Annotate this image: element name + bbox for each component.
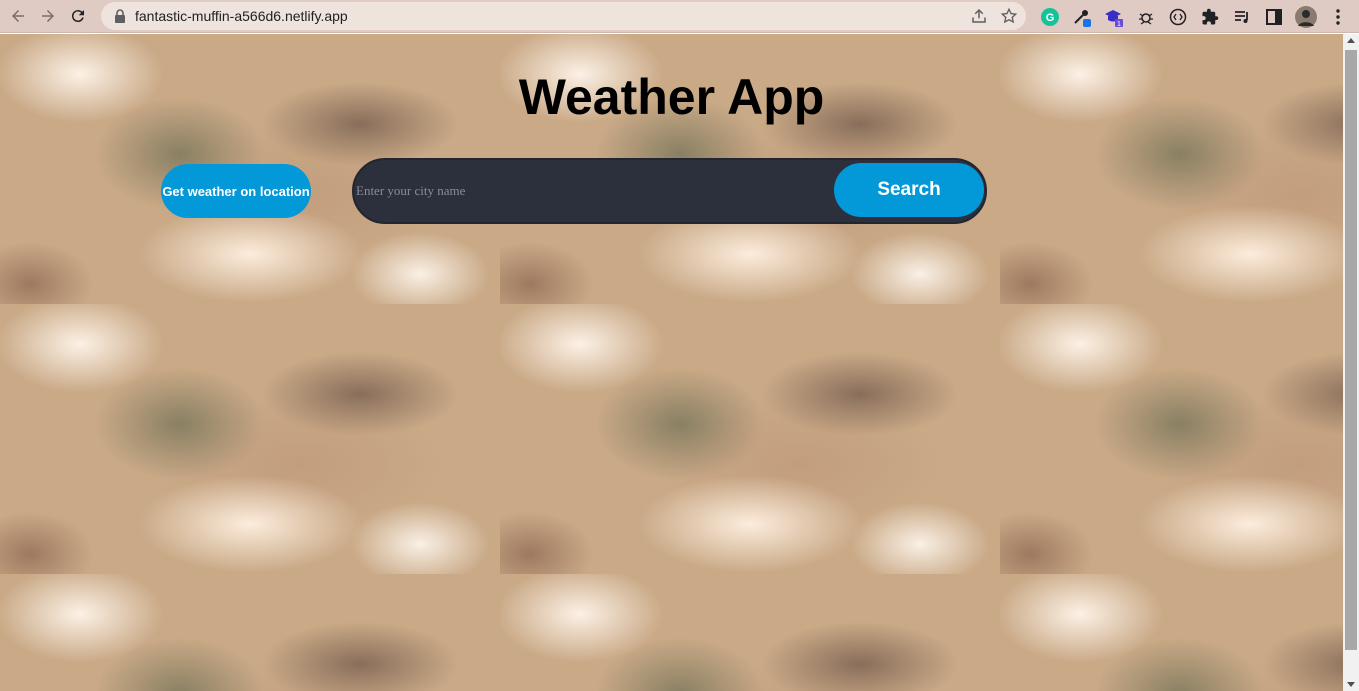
page-title: Weather App xyxy=(518,69,825,125)
search-bar: Search xyxy=(352,158,987,224)
grammarly-icon[interactable]: G xyxy=(1034,0,1066,33)
scroll-down-arrow-icon[interactable] xyxy=(1347,682,1355,687)
get-weather-location-button[interactable]: Get weather on location xyxy=(161,164,311,218)
share-icon[interactable] xyxy=(970,7,988,25)
avatar[interactable] xyxy=(1290,0,1322,33)
lock-icon xyxy=(113,9,127,23)
back-button[interactable] xyxy=(4,2,32,30)
arrow-right-icon xyxy=(42,10,54,22)
reload-button[interactable] xyxy=(64,2,92,30)
extension-badge: 1 xyxy=(1117,21,1121,28)
url-text: fantastic-muffin-a566d6.netlify.app xyxy=(135,8,348,24)
puzzle-icon[interactable] xyxy=(1194,0,1226,33)
forward-button[interactable] xyxy=(34,2,62,30)
eyedropper-extension-icon[interactable] xyxy=(1066,0,1098,33)
vertical-scrollbar[interactable] xyxy=(1343,34,1359,691)
city-search-input[interactable] xyxy=(356,160,826,222)
scrollbar-thumb[interactable] xyxy=(1345,50,1357,650)
svg-text:G: G xyxy=(1046,12,1055,24)
star-icon[interactable] xyxy=(1000,7,1018,25)
code-extension-icon[interactable] xyxy=(1162,0,1194,33)
graduation-extension-icon[interactable]: 1 xyxy=(1098,0,1130,33)
reload-icon xyxy=(71,10,84,23)
reading-list-icon[interactable] xyxy=(1226,0,1258,33)
side-panel-icon[interactable] xyxy=(1258,0,1290,33)
bug-extension-icon[interactable] xyxy=(1130,0,1162,33)
search-button[interactable]: Search xyxy=(834,163,984,217)
kebab-menu-icon[interactable] xyxy=(1322,0,1354,33)
arrow-left-icon xyxy=(12,10,24,22)
scroll-up-arrow-icon[interactable] xyxy=(1347,38,1355,43)
page-background: Weather App Get weather on location Sear… xyxy=(0,34,1343,691)
address-bar[interactable]: fantastic-muffin-a566d6.netlify.app xyxy=(101,2,1026,30)
browser-toolbar: fantastic-muffin-a566d6.netlify.app G 1 xyxy=(0,0,1359,33)
